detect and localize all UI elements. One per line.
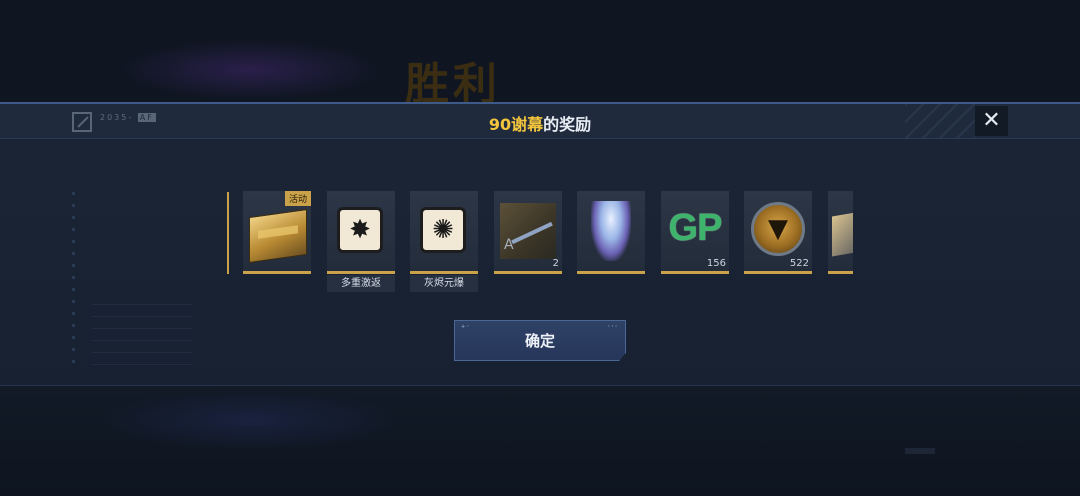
- explosion-skill-icon: ✸: [337, 207, 383, 253]
- rifle-icon: [500, 203, 556, 259]
- close-icon: ✕: [982, 108, 1001, 133]
- confirm-button[interactable]: + · · · · 确定: [454, 320, 626, 361]
- reward-count: 156: [706, 258, 726, 269]
- side-decoration: [72, 192, 75, 372]
- strip-edge-decoration: [227, 192, 229, 274]
- close-button[interactable]: ✕: [975, 106, 1008, 136]
- reward-item-gp[interactable]: GP 156: [661, 191, 729, 274]
- reward-strip[interactable]: 活动 ✸ 多重激返 ✺ 灰烬元爆 2: [227, 191, 853, 301]
- reward-name: 灰烬元爆: [410, 275, 478, 292]
- dialog-header: 2035- AF 90谢幕的奖励 ✕: [0, 104, 1080, 139]
- reward-count: 2: [552, 258, 559, 269]
- spirit-pet-icon: [591, 201, 631, 261]
- button-corner-decoration: · · ·: [607, 324, 617, 330]
- gear-bomb-skill-icon: ✺: [420, 207, 466, 253]
- dialog-title-rest: 的奖励: [543, 115, 592, 134]
- partial-reward-icon: [832, 209, 853, 257]
- dialog-title-accent: 90谢幕: [488, 115, 544, 134]
- event-badge: 活动: [284, 191, 311, 206]
- gold-chest-icon: [249, 208, 307, 264]
- side-line-decoration: [92, 304, 192, 374]
- reward-card: 活动: [243, 191, 311, 274]
- reward-card: [828, 191, 853, 274]
- reward-card: [577, 191, 645, 274]
- reward-card: 2: [494, 191, 562, 274]
- reward-card: ✸: [327, 191, 395, 274]
- reward-dialog: 2035- AF 90谢幕的奖励 ✕ 活动 ✸ 多重激返 ✺ 灰烬元爆 A 2 …: [0, 102, 1080, 386]
- reward-item-partial[interactable]: [828, 191, 853, 274]
- reward-item-skill-2[interactable]: ✺ 灰烬元爆: [410, 191, 478, 292]
- reward-card: GP 156: [661, 191, 729, 274]
- background-decoration: [905, 448, 935, 454]
- background-glow: [120, 40, 380, 100]
- reward-card: ▼ 522: [744, 191, 812, 274]
- reward-item-chest[interactable]: 活动: [243, 191, 311, 274]
- reward-item-spirit[interactable]: [577, 191, 645, 274]
- reward-count: 522: [789, 258, 809, 269]
- reward-name: 多重激返: [327, 275, 395, 292]
- button-corner-decoration: + ·: [461, 324, 469, 330]
- reward-card: ✺: [410, 191, 478, 274]
- reward-item-medal[interactable]: ▼ 522: [744, 191, 812, 274]
- header-stripe-decoration: [905, 104, 975, 138]
- reward-item-rifle[interactable]: 2: [494, 191, 562, 274]
- medal-icon: ▼: [751, 202, 805, 256]
- confirm-label: 确定: [524, 332, 555, 350]
- background-lower-glow: [100, 390, 400, 450]
- gp-currency-icon: GP: [668, 207, 723, 249]
- reward-item-skill-1[interactable]: ✸ 多重激返: [327, 191, 395, 292]
